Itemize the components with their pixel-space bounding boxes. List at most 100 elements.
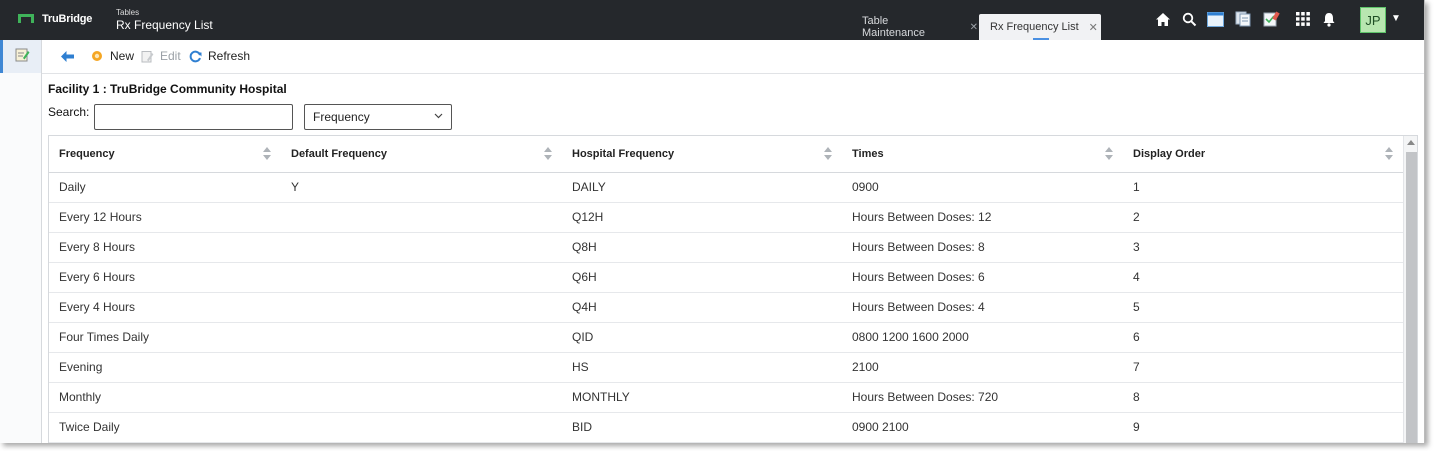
breadcrumb: Tables Rx Frequency List (116, 8, 213, 32)
cell-frequency: Monthly (59, 390, 102, 404)
sort-icon[interactable] (1385, 147, 1393, 161)
page-title: Rx Frequency List (116, 18, 213, 32)
logo-text: TruBridge (42, 13, 93, 25)
column-header-default-frequency[interactable]: Default Frequency (291, 136, 387, 172)
table-row[interactable]: Daily Y DAILY 0900 1 (49, 172, 1403, 203)
rail-item-tables[interactable] (0, 40, 41, 73)
close-icon[interactable]: ✕ (1089, 21, 1098, 34)
table-row[interactable]: Twice Daily BID 0900 2100 9 (49, 412, 1403, 443)
cell-hospital-frequency: QID (572, 330, 594, 344)
cell-frequency: Every 6 Hours (59, 270, 136, 284)
table-row[interactable]: Every 6 Hours Q6H Hours Between Doses: 6… (49, 262, 1403, 293)
search-icon[interactable] (1180, 10, 1198, 28)
back-button[interactable] (60, 48, 80, 64)
avatar[interactable]: JP (1360, 7, 1386, 33)
cell-frequency: Every 12 Hours (59, 210, 142, 224)
app-window: TruBridge Tables Rx Frequency List Table… (0, 0, 1425, 443)
trubridge-logo-icon (18, 14, 34, 24)
cell-frequency: Every 4 Hours (59, 300, 136, 314)
cell-times: Hours Between Doses: 4 (852, 300, 985, 314)
cell-display-order: 4 (1133, 270, 1140, 284)
refresh-button[interactable]: Refresh (188, 48, 250, 64)
table-row[interactable]: Four Times Daily QID 0800 1200 1600 2000… (49, 322, 1403, 353)
frequency-table: Frequency Default Frequency Hospital Fre… (48, 135, 1418, 443)
tab-rx-frequency-list[interactable]: Rx Frequency List ✕ (979, 14, 1101, 40)
cell-hospital-frequency: Q6H (572, 270, 597, 284)
sort-icon[interactable] (1105, 147, 1113, 161)
logo[interactable]: TruBridge (18, 13, 92, 25)
table-row[interactable]: Evening HS 2100 7 (49, 352, 1403, 383)
bell-icon[interactable] (1320, 10, 1338, 28)
sort-icon[interactable] (824, 147, 832, 161)
apps-grid-icon[interactable] (1294, 10, 1312, 28)
cell-frequency: Evening (59, 360, 103, 374)
cell-hospital-frequency: Q4H (572, 300, 597, 314)
vertical-scrollbar[interactable] (1403, 136, 1417, 443)
chevron-down-icon[interactable]: ▼ (1391, 13, 1401, 24)
cell-hospital-frequency: HS (572, 360, 589, 374)
breadcrumb-parent[interactable]: Tables (116, 8, 213, 18)
column-header-display-order[interactable]: Display Order (1133, 136, 1205, 172)
cell-hospital-frequency: DAILY (572, 180, 606, 194)
cell-times: Hours Between Doses: 6 (852, 270, 985, 284)
refresh-label: Refresh (208, 49, 251, 63)
close-icon[interactable]: ✕ (970, 22, 978, 33)
window-icon[interactable] (1206, 10, 1224, 28)
cell-display-order: 2 (1133, 210, 1140, 224)
cell-hospital-frequency: MONTHLY (572, 390, 630, 404)
table-header: Frequency Default Frequency Hospital Fre… (49, 136, 1403, 173)
cell-times: Hours Between Doses: 8 (852, 240, 985, 254)
tab-label: Table Maintenance (862, 15, 925, 39)
arrow-left-icon (60, 49, 74, 63)
column-header-times[interactable]: Times (852, 136, 884, 172)
cell-hospital-frequency: Q12H (572, 210, 604, 224)
checklist-icon[interactable] (1262, 10, 1280, 28)
cell-times: Hours Between Doses: 12 (852, 210, 992, 224)
search-input[interactable] (94, 104, 293, 130)
cell-times: 2100 (852, 360, 879, 374)
documents-icon[interactable] (1234, 10, 1252, 28)
table-row[interactable]: Every 8 Hours Q8H Hours Between Doses: 8… (49, 232, 1403, 263)
cell-times: Hours Between Doses: 720 (852, 390, 999, 404)
avatar-initials: JP (1365, 12, 1381, 28)
home-icon[interactable] (1154, 10, 1172, 28)
edit-label: Edit (160, 49, 181, 63)
search-field-select[interactable]: Frequency (304, 104, 452, 130)
scroll-up-icon[interactable] (1407, 140, 1415, 145)
chevron-down-icon (434, 111, 443, 121)
scrollbar-thumb[interactable] (1406, 152, 1417, 443)
cell-frequency: Twice Daily (59, 420, 120, 434)
toolbar: New Edit Refresh (42, 40, 1424, 74)
cell-display-order: 5 (1133, 300, 1140, 314)
column-header-hospital-frequency[interactable]: Hospital Frequency (572, 136, 674, 172)
edit-list-icon (15, 47, 30, 67)
select-value: Frequency (313, 110, 370, 124)
table-row[interactable]: Monthly MONTHLY Hours Between Doses: 720… (49, 382, 1403, 413)
tab-table-maintenance[interactable]: Table Maintenance ✕ (850, 14, 978, 40)
edit-button[interactable]: Edit (140, 48, 181, 64)
cell-times: 0900 (852, 180, 879, 194)
cell-frequency: Daily (59, 180, 86, 194)
cell-display-order: 3 (1133, 240, 1140, 254)
new-label: New (110, 49, 135, 63)
cell-frequency: Every 8 Hours (59, 240, 136, 254)
edit-icon (140, 49, 154, 63)
cell-display-order: 9 (1133, 420, 1140, 434)
top-bar: TruBridge Tables Rx Frequency List Table… (0, 0, 1424, 40)
left-rail (0, 40, 42, 443)
search-label: Search: (48, 105, 90, 119)
cell-times: 0800 1200 1600 2000 (852, 330, 969, 344)
cell-times: 0900 2100 (852, 420, 909, 434)
cell-display-order: 7 (1133, 360, 1140, 374)
cell-display-order: 1 (1133, 180, 1140, 194)
sort-icon[interactable] (544, 147, 552, 161)
new-button[interactable]: New (90, 48, 134, 64)
new-icon (90, 49, 104, 63)
table-row[interactable]: Every 4 Hours Q4H Hours Between Doses: 4… (49, 292, 1403, 323)
table-row[interactable]: Every 12 Hours Q12H Hours Between Doses:… (49, 202, 1403, 233)
column-header-frequency[interactable]: Frequency (59, 136, 115, 172)
cell-frequency: Four Times Daily (59, 330, 150, 344)
facility-title: Facility 1 : TruBridge Community Hospita… (48, 82, 287, 96)
refresh-icon (188, 49, 202, 63)
sort-icon[interactable] (263, 147, 271, 161)
